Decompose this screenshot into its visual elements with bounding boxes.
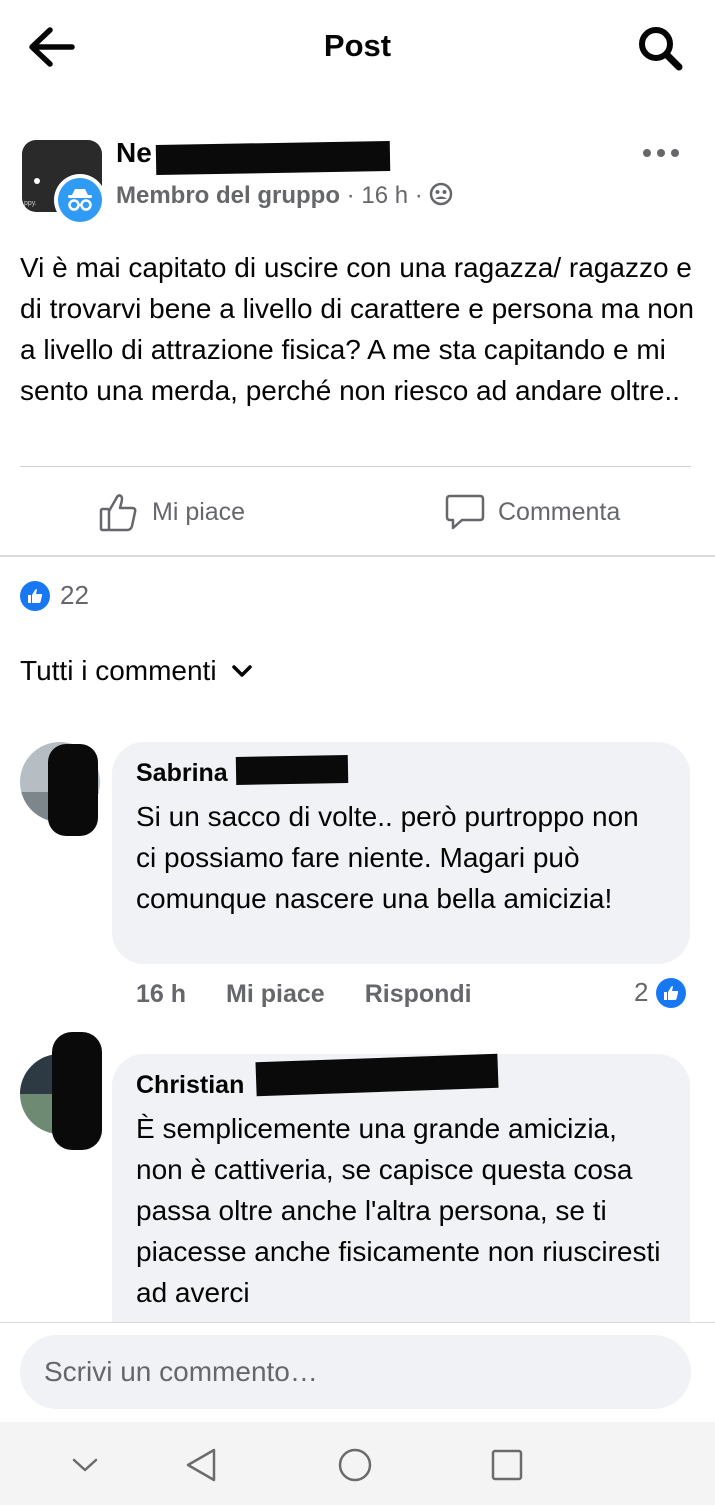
comment-actions: 16 h Mi piace Rispondi <box>136 980 512 1009</box>
nav-home-button[interactable] <box>332 1442 378 1488</box>
chevron-down-icon <box>231 665 252 677</box>
post-author-name: Ne <box>116 137 152 168</box>
anonymous-badge <box>54 174 106 226</box>
redaction-mark <box>52 1032 102 1150</box>
comment-author[interactable]: Sabrina <box>136 756 666 790</box>
comment-reactions[interactable]: 2 <box>634 977 687 1008</box>
divider <box>20 466 691 467</box>
search-button[interactable] <box>636 24 684 72</box>
comment-sort-dropdown[interactable]: Tutti i commenti <box>20 655 253 687</box>
more-dots-icon <box>643 149 679 157</box>
reaction-summary[interactable]: 22 <box>20 580 89 611</box>
like-label: Mi piace <box>152 497 246 526</box>
comment-label: Commenta <box>498 497 621 526</box>
post-author[interactable]: Ne <box>116 137 152 169</box>
post-meta: Membro del gruppo · 16 h · <box>116 182 453 210</box>
redaction-mark <box>235 755 349 785</box>
nav-back-button[interactable] <box>178 1442 224 1488</box>
meta-separator: · <box>346 182 355 209</box>
comment-author-name: Sabrina <box>136 759 228 787</box>
like-reaction-icon <box>656 977 687 1008</box>
comment-author-name: Christian <box>136 1071 245 1099</box>
group-icon <box>430 182 453 206</box>
search-icon <box>639 27 683 71</box>
like-button[interactable]: Mi piace <box>98 488 245 536</box>
like-reaction-icon <box>20 580 50 611</box>
group-avatar[interactable]: ppy. <box>22 140 106 226</box>
comment-button[interactable]: Commenta <box>444 488 620 536</box>
sort-label: Tutti i commenti <box>20 655 217 686</box>
square-recents-icon <box>491 1449 523 1481</box>
redaction-mark <box>48 744 98 836</box>
comment-bubble[interactable]: Sabrina Si un sacco di volte.. però purt… <box>112 742 690 964</box>
comment-text: È semplicemente una grande amicizia, non… <box>136 1113 661 1308</box>
meta-separator-2: · <box>414 182 423 209</box>
comment-reaction-count: 2 <box>634 977 649 1007</box>
system-nav-bar <box>0 1422 715 1505</box>
divider-thick <box>0 555 715 557</box>
thumbs-up-icon <box>99 494 137 532</box>
triangle-back-icon <box>186 1448 216 1482</box>
post-text: Vi è mai capitato di uscire con una raga… <box>20 252 694 406</box>
nav-hide-button[interactable] <box>62 1442 108 1488</box>
comment-reply-button[interactable]: Rispondi <box>365 980 472 1009</box>
comment-input[interactable]: Scrivi un commento… <box>20 1335 691 1409</box>
member-badge: Membro del gruppo <box>116 182 340 209</box>
comment-bubble[interactable]: Christian È semplicemente una grande ami… <box>112 1054 690 1354</box>
post-header: ppy. Ne Membro del gruppo · 16 h · <box>0 135 715 226</box>
comment-time[interactable]: 16 h <box>136 980 186 1009</box>
reaction-count: 22 <box>60 580 89 610</box>
comment-composer-bar: Scrivi un commento… <box>0 1322 715 1422</box>
more-options-button[interactable] <box>642 143 680 163</box>
redaction-mark <box>155 140 391 176</box>
circle-home-icon <box>338 1448 372 1482</box>
comment-text: Si un sacco di volte.. però purtroppo no… <box>136 801 639 914</box>
chevron-down-icon <box>72 1458 98 1472</box>
incognito-icon <box>68 189 92 211</box>
post-time[interactable]: 16 h <box>361 182 408 209</box>
comment-icon <box>445 494 485 530</box>
nav-recents-button[interactable] <box>484 1442 530 1488</box>
comment-like-button[interactable]: Mi piace <box>226 980 325 1009</box>
top-bar: Post <box>0 0 715 95</box>
page-title: Post <box>323 28 392 63</box>
